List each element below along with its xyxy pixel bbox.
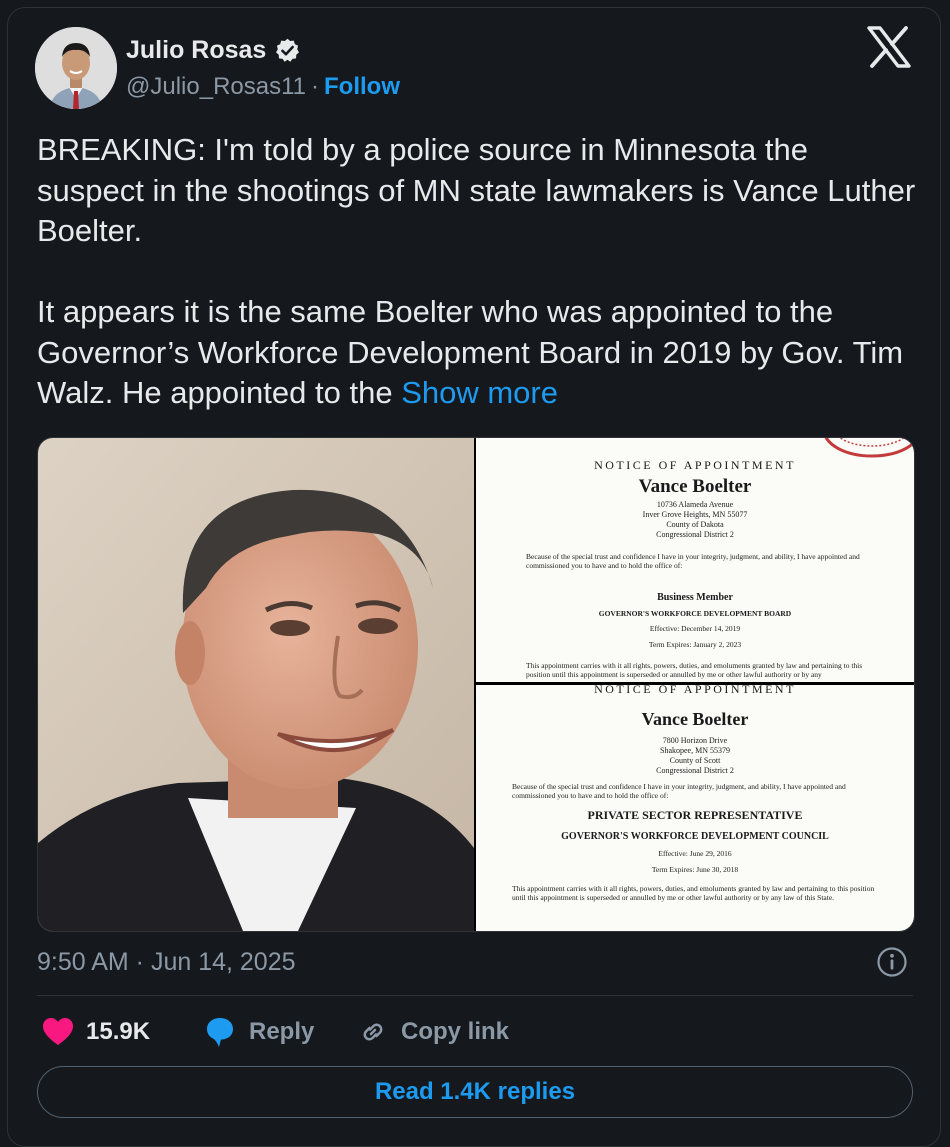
doc1-board: GOVERNOR'S WORKFORCE DEVELOPMENT BOARD [598,609,792,618]
author-name-row[interactable]: Julio Rosas [126,36,301,65]
doc2-header: NOTICE OF APPOINTMENT [594,685,796,696]
doc2-effective: Effective: June 29, 2016 [658,849,732,858]
copy-link-button[interactable]: Copy link [357,1012,509,1052]
doc1-expires: Term Expires: January 2, 2023 [648,640,742,649]
show-more-link[interactable]: Show more [401,375,558,410]
doc2-address: 7800 Horizon Drive Shakopee, MN 55379 Co… [476,736,914,776]
doc2-address-line: Congressional District 2 [656,766,734,775]
verified-badge-icon [276,38,300,62]
doc2-expires: Term Expires: June 30, 2018 [651,865,739,874]
doc1-effective: Effective: December 14, 2019 [649,624,741,633]
portrait-photo[interactable] [38,438,474,931]
doc1-footer: This appointment carries with it all rig… [526,661,863,679]
author-handle[interactable]: @Julio_Rosas11 [126,73,306,100]
appointment-notice-2016[interactable]: NOTICE OF APPOINTMENT Vance Boelter 7800… [476,685,914,931]
avatar[interactable] [35,27,117,109]
doc2-name: Vance Boelter [641,709,749,729]
appointment-notice-2019[interactable]: NOTICE OF APPOINTMENT Vance Boelter 1073… [476,438,914,682]
doc1-header: NOTICE OF APPOINTMENT [594,458,796,472]
doc1-name: Vance Boelter [638,476,752,497]
divider [37,995,913,996]
x-logo-icon[interactable] [866,26,912,68]
heart-icon [43,1018,73,1045]
doc1-body: Because of the special trust and confide… [526,552,860,570]
doc2-address-line: 7800 Horizon Drive [662,736,728,745]
doc2-board: GOVERNOR'S WORKFORCE DEVELOPMENT COUNCIL [561,831,829,842]
handle-row: @Julio_Rosas11 · Follow [126,73,400,101]
author-name[interactable]: Julio Rosas [126,36,266,65]
doc2-footer: This appointment carries with it all rig… [512,884,875,902]
doc1-address-line: Congressional District 2 [656,530,734,539]
official-seal [824,438,914,458]
read-replies-button[interactable]: Read 1.4K replies [37,1066,913,1118]
tweet-timestamp[interactable]: 9:50 AM · Jun 14, 2025 [37,948,296,977]
info-icon[interactable] [876,946,908,978]
doc1-role: Business Member [657,592,733,603]
doc1-address-line: Inver Grove Heights, MN 55077 [642,510,748,519]
follow-button[interactable]: Follow [324,73,400,100]
tweet-paragraph-1: BREAKING: I'm told by a police source in… [37,132,916,248]
reply-bubble-icon [207,1018,233,1047]
like-count: 15.9K [86,1018,151,1045]
tweet-text: BREAKING: I'm told by a police source in… [37,130,922,414]
doc1-address-line: 10736 Alameda Avenue [656,500,734,509]
doc1-address-line: County of Dakota [666,520,724,529]
tweet-paragraph-2: It appears it is the same Boelter who wa… [37,292,922,414]
media-grid[interactable]: NOTICE OF APPOINTMENT Vance Boelter 1073… [37,437,915,932]
reply-label: Reply [249,1018,315,1045]
doc1-address: 10736 Alameda Avenue Inver Grove Heights… [476,500,914,540]
doc2-body: Because of the special trust and confide… [512,782,846,800]
link-icon [363,1023,383,1041]
handle-separator: · [311,73,320,100]
copy-link-label: Copy link [401,1018,510,1045]
like-button[interactable]: 15.9K [42,1012,150,1052]
reply-button[interactable]: Reply [203,1012,314,1052]
doc2-address-line: County of Scott [669,756,721,765]
doc2-address-line: Shakopee, MN 55379 [660,746,730,755]
doc2-role: PRIVATE SECTOR REPRESENTATIVE [587,808,803,822]
